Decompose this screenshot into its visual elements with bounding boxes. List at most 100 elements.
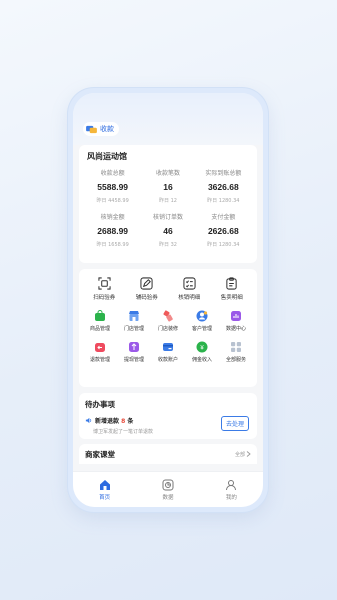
stat-item[interactable]: 收款总额 5588.99 昨日 4458.99 <box>85 168 140 204</box>
service-label: 退款管理 <box>89 357 110 363</box>
service-label: 佣金收入 <box>191 357 212 363</box>
course-card: 商家课堂 全部 <box>79 444 257 464</box>
quick-label: 售卖明细 <box>220 295 243 301</box>
service-store-mgmt[interactable]: 门店管理 <box>117 310 151 332</box>
stat-yesterday: 昨日 12 <box>159 198 177 204</box>
store-name: 风尚运动馆 <box>87 152 127 161</box>
tab-label: 我的 <box>225 494 237 501</box>
stat-item[interactable]: 实际到账总额 3626.68 昨日 1280.34 <box>196 168 251 204</box>
service-refund-mgmt[interactable]: 退款管理 <box>83 341 117 363</box>
service-payee-account[interactable]: 收款账户 <box>151 341 185 363</box>
store-button-label: 收款 <box>100 125 114 133</box>
account-icon <box>163 343 173 351</box>
stat-yesterday: 昨日 32 <box>159 242 177 248</box>
data-icon <box>231 311 241 321</box>
stat-item[interactable]: 核销金额 2688.99 昨日 1658.99 <box>85 212 140 248</box>
quick-verify-detail[interactable]: 核销明细 <box>168 277 211 301</box>
stat-label: 实际到账总额 <box>205 170 242 177</box>
all-services-icon <box>231 342 241 352</box>
tab-mine[interactable]: 我的 <box>200 472 263 507</box>
stat-yesterday: 昨日 4458.99 <box>96 198 129 204</box>
stat-value: 2688.99 <box>97 226 129 236</box>
stat-value: 2626.68 <box>207 226 239 236</box>
quick-code-voucher[interactable]: 辅码验券 <box>126 277 169 301</box>
stat-yesterday: 昨日 1658.99 <box>96 242 129 248</box>
service-store-decor[interactable]: 门店装修 <box>151 310 185 332</box>
checklist-icon <box>183 277 196 290</box>
stat-yesterday: 昨日 1280.34 <box>207 198 240 204</box>
chevron-right-icon <box>246 451 251 457</box>
menu-card: 扫码验券 辅码验券 核销明细 售卖明细 商品管理 门店管理 门店装修 客户管理 … <box>79 269 257 387</box>
tab-home[interactable]: 首页 <box>73 472 136 507</box>
user-icon <box>226 479 237 490</box>
quick-label: 辅码验券 <box>135 295 158 301</box>
stat-label: 核销金额 <box>100 214 125 221</box>
tab-label: 数据 <box>162 494 174 501</box>
refund-icon <box>95 343 105 352</box>
clipboard-icon <box>226 277 237 290</box>
service-all[interactable]: 全部服务 <box>219 341 253 363</box>
quick-scan-voucher[interactable]: 扫码验券 <box>83 277 126 301</box>
service-label: 客户管理 <box>191 326 212 332</box>
service-customer-mgmt[interactable]: 客户管理 <box>185 310 219 332</box>
service-label: 数据中心 <box>225 326 246 332</box>
chart-icon <box>162 479 174 490</box>
service-commission[interactable]: ¥ 佣金收入 <box>185 341 219 363</box>
store-icon <box>86 125 97 133</box>
service-label: 全部服务 <box>225 357 246 363</box>
service-label: 收款账户 <box>157 357 178 363</box>
store-icon <box>129 311 139 321</box>
bottom-tab-bar: 首页 数据 我的 <box>73 471 263 507</box>
decor-icon <box>163 310 173 322</box>
stat-label: 收款笔数 <box>155 170 180 177</box>
stat-label: 支付金额 <box>211 214 236 221</box>
process-button[interactable]: 去处理 <box>220 416 249 431</box>
service-label: 门店管理 <box>123 326 144 332</box>
stat-yesterday: 昨日 1280.34 <box>207 242 240 248</box>
bag-icon <box>95 310 105 321</box>
stat-item[interactable]: 核销订单数 46 昨日 32 <box>140 212 195 248</box>
quick-label: 核销明细 <box>178 295 201 301</box>
store-button[interactable]: 收款 <box>83 122 119 136</box>
tab-data[interactable]: 数据 <box>136 472 199 507</box>
quick-sales-detail[interactable]: 售卖明细 <box>211 277 254 301</box>
stat-value: 3626.68 <box>207 182 239 192</box>
stat-label: 收款总额 <box>100 170 125 177</box>
todo-title: 待办事项 <box>85 400 115 409</box>
top-bar: 收款 <box>73 93 263 145</box>
service-withdraw-mgmt[interactable]: 提现管理 <box>117 341 151 363</box>
edit-code-icon <box>140 277 153 290</box>
stat-value: 16 <box>163 182 173 192</box>
service-row-1: 商品管理 门店管理 门店装修 客户管理 数据中心 <box>83 310 253 332</box>
withdraw-icon <box>129 342 139 352</box>
service-row-2: 退款管理 提现管理 收款账户 ¥ 佣金收入 全部服务 <box>83 341 253 363</box>
todo-card: 待办事项 新增退款 8 条 博卫军发起了一笔订单退款 去处理 <box>79 393 257 439</box>
service-product-mgmt[interactable]: 商品管理 <box>83 310 117 332</box>
service-label: 门店装修 <box>157 326 178 332</box>
phone-frame: 收款 风尚运动馆 收款总额 5588.99 昨日 4458.99 收款笔数 16… <box>68 88 268 512</box>
home-icon <box>99 479 110 490</box>
stats-grid: 收款总额 5588.99 昨日 4458.99 收款笔数 16 昨日 12 实际… <box>85 168 251 248</box>
course-more-link[interactable]: 全部 <box>235 451 251 458</box>
service-label: 提现管理 <box>123 357 144 363</box>
stat-item[interactable]: 支付金额 2626.68 昨日 1280.34 <box>196 212 251 248</box>
todo-item-prefix: 新增退款 <box>95 418 120 425</box>
quick-label: 扫码验券 <box>93 295 116 301</box>
stat-value: 46 <box>163 226 173 236</box>
service-label: 商品管理 <box>89 326 110 332</box>
service-data-center[interactable]: 数据中心 <box>219 310 253 332</box>
app-screen: 收款 风尚运动馆 收款总额 5588.99 昨日 4458.99 收款笔数 16… <box>73 93 263 507</box>
course-title: 商家课堂 <box>85 449 115 459</box>
todo-item-suffix: 条 <box>127 418 134 425</box>
commission-icon: ¥ <box>196 341 208 353</box>
stat-label: 核销订单数 <box>152 214 183 221</box>
stat-value: 5588.99 <box>97 182 129 192</box>
summary-card: 风尚运动馆 收款总额 5588.99 昨日 4458.99 收款笔数 16 昨日… <box>79 145 257 263</box>
quick-actions: 扫码验券 辅码验券 核销明细 售卖明细 <box>83 277 253 301</box>
customer-icon <box>196 310 208 322</box>
stat-item[interactable]: 收款笔数 16 昨日 12 <box>140 168 195 204</box>
todo-item-title: 新增退款 8 条 <box>95 416 133 425</box>
todo-count: 8 <box>121 418 126 425</box>
speaker-icon <box>85 417 92 424</box>
scan-icon <box>98 277 111 290</box>
